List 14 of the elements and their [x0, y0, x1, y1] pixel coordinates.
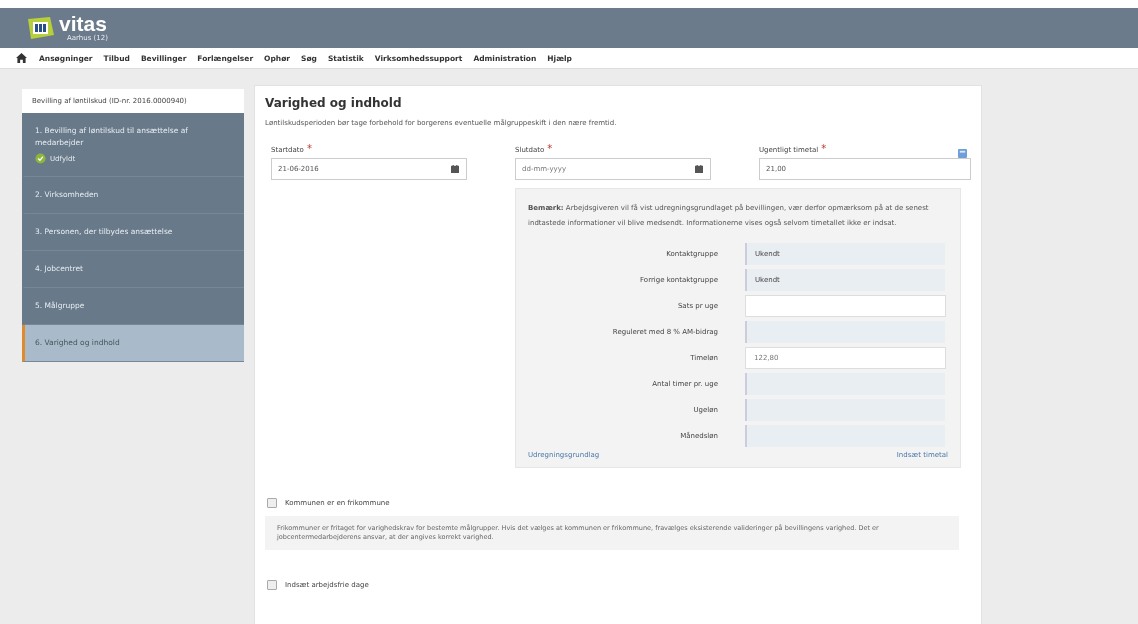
check-icon — [35, 153, 46, 164]
calendar-icon[interactable] — [451, 165, 459, 173]
input-field[interactable] — [745, 295, 946, 317]
calculator-icon[interactable] — [958, 149, 967, 158]
section-title: Varighed og indhold — [265, 96, 403, 110]
required-icon: * — [547, 143, 553, 154]
required-icon: * — [821, 143, 827, 154]
checkbox[interactable] — [267, 498, 277, 508]
calendar-icon[interactable] — [695, 165, 703, 173]
logo-icon — [28, 17, 54, 39]
checkbox[interactable] — [267, 580, 277, 590]
required-icon: * — [306, 143, 312, 154]
home-icon[interactable] — [16, 53, 27, 63]
logo-text: vitas — [59, 14, 108, 34]
